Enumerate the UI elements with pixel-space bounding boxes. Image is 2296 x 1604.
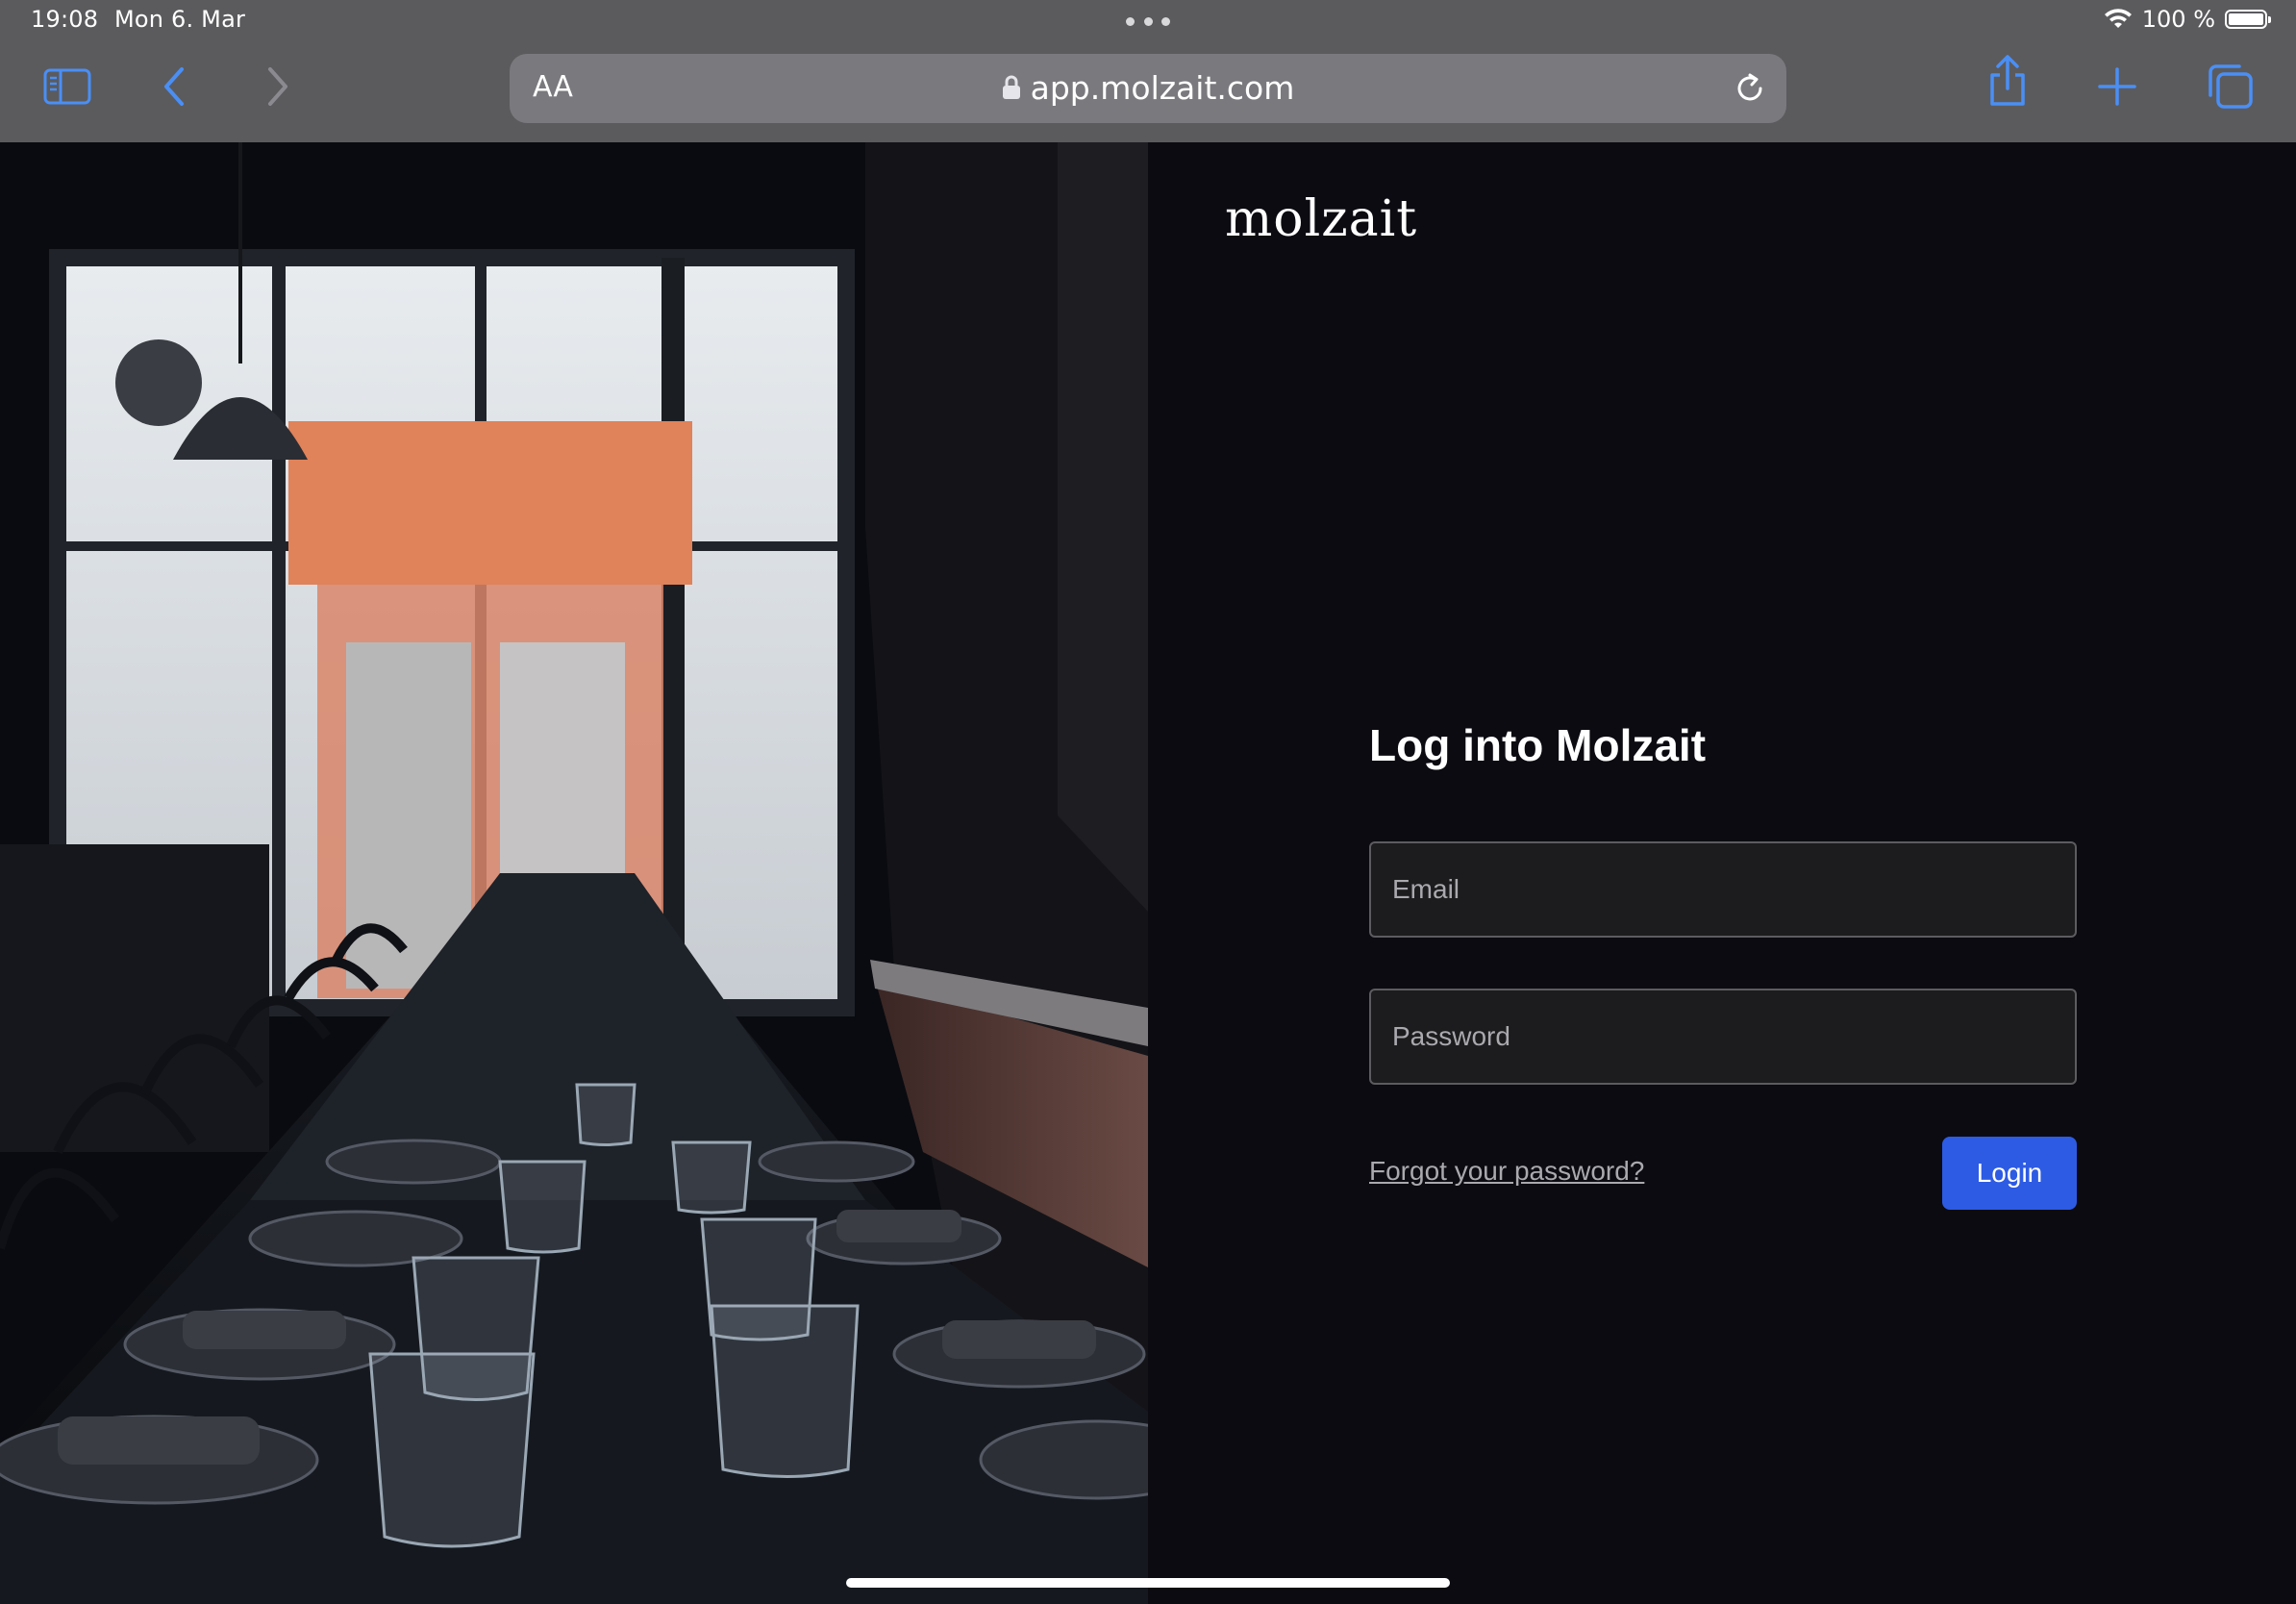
lock-icon	[1002, 75, 1020, 99]
battery-percentage: 100 %	[2141, 6, 2215, 33]
address-bar[interactable]: AA app.molzait.com	[510, 54, 1786, 123]
forgot-password-link[interactable]: Forgot your password?	[1369, 1156, 1644, 1187]
url-text: app.molzait.com	[1030, 69, 1295, 107]
share-icon[interactable]	[1981, 54, 2034, 108]
password-input[interactable]	[1369, 989, 2077, 1085]
wifi-icon	[2104, 9, 2132, 28]
chevron-left-icon[interactable]	[148, 60, 202, 113]
page-title: Log into Molzait	[1369, 720, 1707, 770]
reload-icon[interactable]	[1731, 69, 1769, 108]
status-indicators: 100 %	[2104, 6, 2271, 33]
brand-logo[interactable]: molzait	[1225, 190, 1417, 248]
login-button[interactable]: Login	[1942, 1137, 2077, 1210]
sidebar-icon[interactable]	[40, 60, 94, 113]
multitasking-dots-icon[interactable]	[1126, 17, 1170, 27]
login-panel: molzait Log into Molzait Forgot your pas…	[1148, 142, 2296, 1604]
status-time: 19:08	[31, 6, 99, 33]
chevron-right-icon[interactable]	[250, 60, 304, 113]
home-indicator[interactable]	[846, 1578, 1450, 1588]
url-display[interactable]: app.molzait.com	[510, 69, 1786, 107]
plus-icon[interactable]	[2090, 60, 2144, 113]
battery-icon	[2225, 10, 2271, 29]
restaurant-hero-image	[0, 142, 1148, 1604]
tabs-icon[interactable]	[2204, 60, 2258, 113]
status-date: Mon 6. Mar	[114, 6, 246, 33]
email-input[interactable]	[1369, 841, 2077, 938]
safari-chrome: 19:08 Mon 6. Mar 100 % AA app.molzait.co…	[0, 0, 2296, 142]
